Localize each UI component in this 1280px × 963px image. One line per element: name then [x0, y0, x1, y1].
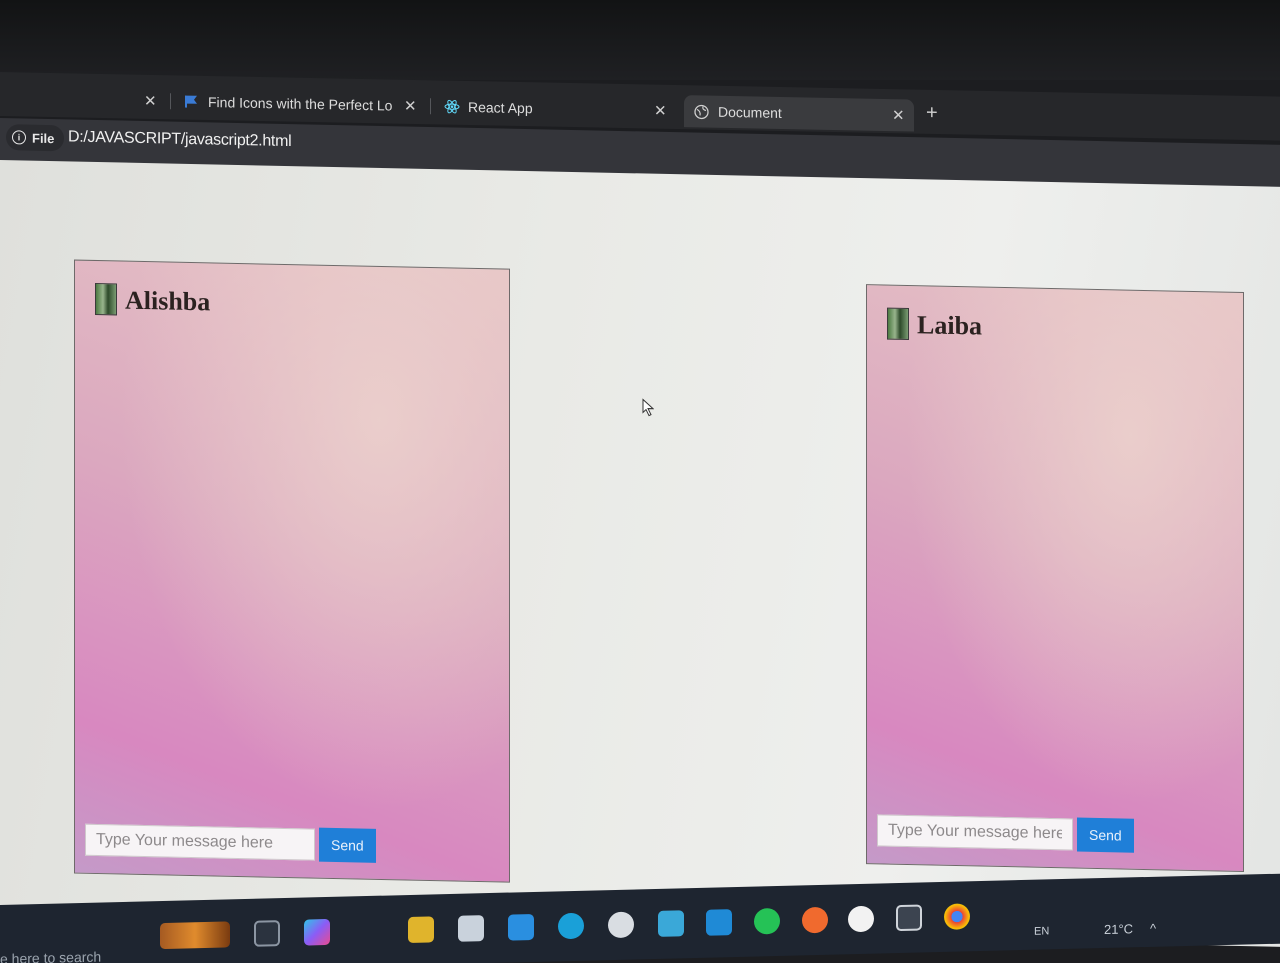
info-icon: i	[12, 130, 26, 145]
globe-icon	[694, 104, 709, 119]
send-button[interactable]: Send	[1077, 817, 1134, 853]
whatsapp-icon[interactable]	[754, 907, 780, 935]
chat-header: Laiba	[887, 307, 983, 342]
send-button[interactable]: Send	[319, 827, 376, 863]
chat-window-laiba: Laiba Send	[866, 284, 1244, 873]
tray-overflow-icon[interactable]: ^	[1150, 921, 1156, 936]
task-view-icon[interactable]	[254, 920, 280, 947]
tab-document[interactable]: Document ✕	[684, 95, 914, 132]
tab-label: React App	[468, 98, 533, 117]
copilot-icon[interactable]	[304, 918, 330, 946]
chrome-icon[interactable]	[944, 903, 970, 930]
mail-icon[interactable]	[508, 913, 534, 941]
chat-header: Alishba	[95, 282, 211, 317]
site-info-button[interactable]: i File	[6, 124, 65, 152]
screen-bezel-top	[0, 0, 1280, 80]
scheme-label: File	[32, 130, 55, 146]
message-input[interactable]	[85, 823, 315, 861]
url-field[interactable]: D:/JAVASCRIPT/javascript2.html	[68, 128, 291, 151]
avatar	[95, 282, 117, 316]
message-composer: Send	[85, 823, 376, 863]
chat-name: Laiba	[917, 310, 983, 341]
language-indicator[interactable]: EN	[1034, 925, 1049, 937]
temperature-label[interactable]: 21°C	[1104, 921, 1133, 937]
taskbar-search-hint[interactable]: e here to search	[0, 949, 101, 963]
chat-window-alishba: Alishba Send	[74, 259, 510, 883]
close-icon[interactable]: ✕	[144, 92, 157, 110]
page-viewport: Alishba Send Laiba Send	[0, 160, 1280, 948]
close-icon[interactable]: ✕	[404, 97, 417, 115]
tab-label: Document	[718, 103, 782, 122]
new-tab-icon[interactable]: +	[926, 102, 938, 125]
avatar	[887, 307, 909, 341]
tab-separator	[170, 93, 171, 110]
app-icon[interactable]	[848, 905, 874, 933]
tab-blank[interactable]: ✕	[60, 83, 160, 117]
terminal-icon[interactable]	[896, 904, 922, 932]
tab-find-icons[interactable]: Find Icons with the Perfect Look ✕	[184, 86, 424, 123]
mouse-cursor-icon	[642, 398, 654, 417]
edge-icon[interactable]	[558, 912, 584, 940]
flag-icon	[185, 95, 197, 108]
message-composer: Send	[877, 813, 1134, 853]
close-icon[interactable]: ✕	[892, 106, 905, 124]
app-icon[interactable]	[802, 906, 828, 934]
tab-label: Find Icons with the Perfect Look	[208, 93, 392, 114]
weather-widget-icon[interactable]	[160, 921, 230, 950]
message-input[interactable]	[877, 814, 1073, 851]
chat-name: Alishba	[125, 285, 211, 317]
tab-separator	[430, 98, 431, 115]
vscode-icon[interactable]	[706, 909, 732, 936]
file-explorer-icon[interactable]	[408, 916, 434, 944]
react-icon	[444, 99, 460, 114]
tab-react-app[interactable]: React App ✕	[444, 91, 672, 127]
notes-icon[interactable]	[658, 910, 684, 937]
github-icon[interactable]	[608, 911, 634, 939]
store-icon[interactable]	[458, 915, 484, 942]
close-icon[interactable]: ✕	[654, 102, 667, 120]
